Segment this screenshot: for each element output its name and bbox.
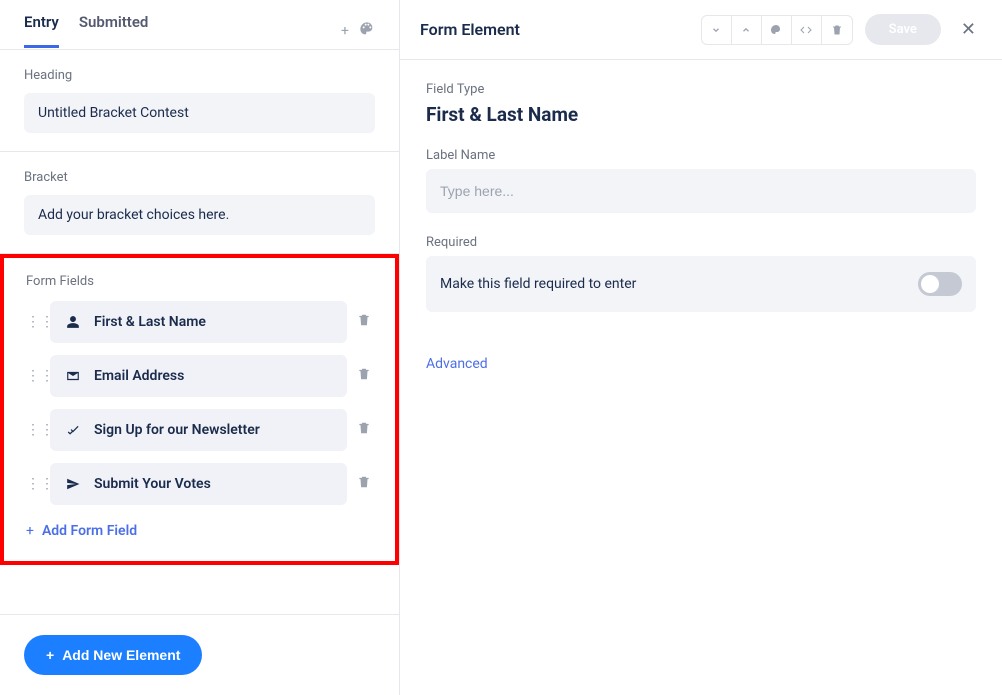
drag-handle-icon[interactable]: ⋮⋮ (26, 476, 42, 492)
field-type-value: First & Last Name (426, 103, 976, 126)
required-desc: Make this field required to enter (440, 276, 636, 292)
palette-icon[interactable] (762, 16, 792, 44)
field-label: Sign Up for our Newsletter (94, 422, 260, 438)
close-icon[interactable]: ✕ (955, 19, 982, 40)
trash-icon[interactable] (355, 313, 373, 331)
heading-input[interactable]: Untitled Bracket Contest (24, 93, 375, 133)
add-new-element-button[interactable]: + Add New Element (24, 635, 202, 675)
field-label: Email Address (94, 368, 184, 384)
label-name-label: Label Name (426, 148, 976, 163)
trash-icon[interactable] (822, 16, 852, 44)
field-first-last-name[interactable]: First & Last Name (50, 301, 347, 343)
plus-icon: + (26, 523, 34, 539)
bracket-input[interactable]: Add your bracket choices here. (24, 195, 375, 235)
field-label: Submit Your Votes (94, 476, 211, 492)
user-icon (64, 313, 82, 331)
plus-icon: + (46, 647, 54, 663)
left-panel: Entry Submitted + Heading Untitled Brack… (0, 0, 400, 695)
heading-label: Heading (24, 68, 375, 83)
chevron-down-icon[interactable] (702, 16, 732, 44)
field-email-address[interactable]: Email Address (50, 355, 347, 397)
tab-entry[interactable]: Entry (24, 13, 59, 48)
check-icon (64, 421, 82, 439)
trash-icon[interactable] (355, 421, 373, 439)
required-toggle[interactable] (918, 272, 962, 296)
chevron-up-icon[interactable] (732, 16, 762, 44)
advanced-link[interactable]: Advanced (426, 356, 488, 372)
right-header: Form Element Save ✕ (400, 0, 1002, 60)
label-name-input[interactable] (426, 169, 976, 213)
field-type-label: Field Type (426, 82, 976, 97)
bracket-label: Bracket (24, 170, 375, 185)
bottom-actions: + Add New Element (0, 614, 399, 695)
right-panel-title: Form Element (420, 20, 701, 39)
form-fields-section: Form Fields ⋮⋮ First & Last Name ⋮⋮ (0, 254, 399, 565)
tabs-header: Entry Submitted + (0, 0, 399, 50)
send-icon (64, 475, 82, 493)
form-fields-label: Form Fields (26, 274, 373, 289)
drag-handle-icon[interactable]: ⋮⋮ (26, 422, 42, 438)
trash-icon[interactable] (355, 367, 373, 385)
field-newsletter[interactable]: Sign Up for our Newsletter (50, 409, 347, 451)
heading-section: Heading Untitled Bracket Contest (0, 50, 399, 152)
required-toggle-row: Make this field required to enter (426, 256, 976, 312)
add-form-field-link[interactable]: + Add Form Field (26, 523, 137, 539)
tab-submitted[interactable]: Submitted (79, 13, 149, 48)
trash-icon[interactable] (355, 475, 373, 493)
field-label: First & Last Name (94, 314, 206, 330)
save-button[interactable]: Save (865, 14, 941, 45)
bracket-section: Bracket Add your bracket choices here. (0, 152, 399, 254)
drag-handle-icon[interactable]: ⋮⋮ (26, 314, 42, 330)
palette-icon[interactable] (359, 21, 375, 41)
code-icon[interactable] (792, 16, 822, 44)
drag-handle-icon[interactable]: ⋮⋮ (26, 368, 42, 384)
field-submit-votes[interactable]: Submit Your Votes (50, 463, 347, 505)
required-label: Required (426, 235, 976, 250)
plus-icon[interactable]: + (341, 23, 349, 39)
right-panel: Form Element Save ✕ (400, 0, 1002, 695)
envelope-icon (64, 367, 82, 385)
